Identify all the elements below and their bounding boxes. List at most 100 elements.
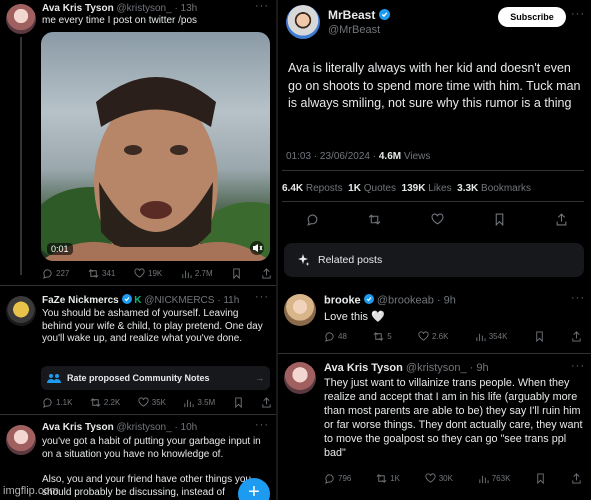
author-name[interactable]: Ava Kris Tyson: [324, 362, 403, 374]
avatar[interactable]: [286, 5, 320, 39]
avatar[interactable]: [6, 4, 36, 34]
more-icon[interactable]: ···: [255, 419, 269, 431]
video-player[interactable]: 0:01: [41, 32, 270, 261]
people-icon: [47, 374, 61, 383]
stat-likes[interactable]: 139K Likes: [402, 183, 452, 194]
more-icon[interactable]: ···: [571, 292, 585, 304]
author-handle[interactable]: @MrBeast: [328, 24, 380, 36]
views-button[interactable]: 763K: [478, 473, 510, 484]
post-text: me every time I post on twitter /pos: [42, 15, 198, 26]
post-text: you've got a habit of putting your garba…: [42, 436, 261, 460]
repost-button[interactable]: 5: [373, 331, 392, 342]
post-meta: 01:03 · 23/06/2024 · 4.6M Views: [286, 151, 430, 162]
like-button[interactable]: 19K: [134, 268, 162, 279]
divider: [282, 201, 584, 202]
author-handle[interactable]: @kristyson_: [116, 3, 171, 14]
stat-bookmarks[interactable]: 3.3K Bookmarks: [457, 183, 531, 194]
author-name[interactable]: FaZe Nickmercs: [42, 295, 119, 306]
video-time: 0:01: [47, 243, 73, 255]
views-icon: [182, 270, 192, 279]
video-frame: [41, 77, 270, 261]
stat-quotes[interactable]: 1K Quotes: [348, 183, 396, 194]
post-time[interactable]: · 9h: [437, 294, 456, 306]
watermark: imgflip.com: [3, 485, 59, 497]
more-icon[interactable]: ···: [571, 8, 585, 20]
verified-icon: [378, 8, 390, 23]
author-handle[interactable]: @kristyson_: [406, 362, 467, 374]
bookmark-button[interactable]: [231, 268, 242, 279]
share-button[interactable]: [571, 473, 582, 484]
author-name[interactable]: Ava Kris Tyson: [42, 3, 114, 14]
like-button[interactable]: 30K: [425, 473, 453, 484]
avatar[interactable]: [284, 294, 316, 326]
more-icon[interactable]: ···: [571, 360, 585, 372]
views-count: 4.6M: [378, 151, 402, 162]
repost-button[interactable]: 2.2K: [90, 397, 120, 408]
bookmark-button[interactable]: [534, 331, 545, 342]
author-handle[interactable]: @kristyson_: [116, 422, 171, 433]
left-panel: Ava Kris Tyson @kristyson_ · 13h ··· me …: [0, 0, 276, 500]
compose-button[interactable]: +: [238, 478, 270, 500]
repost-button[interactable]: 1K: [376, 473, 400, 484]
views-icon: [479, 475, 489, 484]
author-name[interactable]: brooke: [324, 294, 361, 306]
reply-icon: [307, 214, 318, 226]
reply-button[interactable]: 48: [324, 331, 347, 342]
author-name[interactable]: MrBeast: [328, 8, 375, 22]
reply-button[interactable]: 1.1K: [42, 397, 72, 408]
reply-button[interactable]: 796: [324, 473, 351, 484]
like-button[interactable]: 2.6K: [418, 331, 448, 342]
reply-button[interactable]: [306, 213, 319, 226]
views-button[interactable]: 354K: [475, 331, 507, 342]
bookmark-button[interactable]: [493, 213, 506, 226]
avatar[interactable]: [284, 362, 316, 394]
views-button[interactable]: 3.5M: [183, 397, 215, 408]
post-time[interactable]: · 11h: [217, 295, 239, 306]
like-button[interactable]: [431, 213, 444, 226]
reply-icon: [325, 474, 334, 484]
repost-button[interactable]: [368, 213, 381, 226]
related-posts-button[interactable]: Related posts: [284, 243, 584, 277]
views-button[interactable]: 2.7M: [181, 268, 213, 279]
post-stats: 6.4K Reposts 1K Quotes 139K Likes 3.3K B…: [282, 183, 531, 194]
post-time[interactable]: · 9h: [470, 362, 489, 374]
post-header: FaZe Nickmercs K @NICKMERCS · 11h: [42, 294, 239, 307]
post-time[interactable]: · 13h: [174, 3, 197, 14]
author-handle[interactable]: @NICKMERCS: [144, 295, 214, 306]
community-notes-button[interactable]: Rate proposed Community Notes →: [41, 366, 270, 390]
heart-icon: [134, 268, 145, 278]
bookmark-icon: [537, 473, 544, 484]
post-header: Ava Kris Tyson @kristyson_ · 10h: [42, 422, 197, 433]
author-handle[interactable]: @brookeab: [377, 294, 434, 306]
post-timestamp[interactable]: 01:03 · 23/06/2024 ·: [286, 151, 379, 162]
repost-icon: [368, 214, 381, 225]
more-icon[interactable]: ···: [255, 291, 269, 303]
post-time[interactable]: · 10h: [174, 422, 197, 433]
arrow-right-icon: →: [255, 373, 264, 383]
share-icon: [262, 268, 271, 279]
subscribe-button[interactable]: Subscribe: [498, 7, 566, 27]
share-button[interactable]: [555, 213, 568, 226]
related-posts-label: Related posts: [318, 254, 383, 266]
right-panel: MrBeast @MrBeast Subscribe ··· Ava is li…: [278, 0, 591, 500]
repost-button[interactable]: 341: [88, 268, 115, 279]
bookmark-icon: [234, 397, 242, 408]
avatar[interactable]: [6, 425, 36, 455]
author-name[interactable]: Ava Kris Tyson: [42, 422, 114, 433]
share-icon: [262, 397, 271, 408]
reply-icon: [43, 269, 52, 279]
reply-button[interactable]: 227: [42, 268, 69, 279]
post-actions: 1.1K 2.2K 35K 3.5M: [42, 397, 272, 408]
more-icon[interactable]: ···: [255, 0, 269, 12]
share-button[interactable]: [261, 397, 272, 408]
share-button[interactable]: [261, 268, 272, 279]
post-actions: 48 5 2.6K 354K: [324, 331, 582, 342]
stat-reposts[interactable]: 6.4K Reposts: [282, 183, 343, 194]
like-button[interactable]: 35K: [138, 397, 166, 408]
mute-icon[interactable]: [250, 241, 264, 255]
share-button[interactable]: [571, 331, 582, 342]
bookmark-icon: [535, 331, 543, 342]
bookmark-button[interactable]: [233, 397, 244, 408]
bookmark-button[interactable]: [535, 473, 546, 484]
avatar[interactable]: [6, 296, 36, 326]
